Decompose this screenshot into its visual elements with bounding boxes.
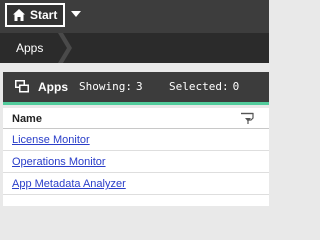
caret-down-icon[interactable] [70, 9, 82, 19]
apps-icon [15, 80, 29, 93]
start-label: Start [30, 8, 58, 22]
showing-count: 3 [135, 80, 143, 93]
app-link-app-metadata-analyzer[interactable]: App Metadata Analyzer [12, 178, 126, 190]
table-header: Name [3, 108, 269, 129]
home-icon [13, 9, 25, 21]
table-row: App Metadata Analyzer [3, 173, 269, 195]
panel-title: Apps [38, 80, 68, 94]
breadcrumb-separator [58, 33, 72, 63]
selected-count: 0 [232, 80, 240, 93]
selected-status: Selected: 0 [169, 80, 239, 93]
showing-label: Showing: [79, 80, 132, 93]
selected-label: Selected: [169, 80, 229, 93]
breadcrumb-label: Apps [16, 41, 44, 55]
showing-status: Showing: 3 [79, 80, 143, 93]
apps-panel-header: Apps Showing: 3 Selected: 0 [3, 72, 269, 105]
column-header-name[interactable]: Name [12, 113, 42, 125]
apps-table: Name License Monitor Operations Monitor … [3, 108, 269, 206]
breadcrumb-item-apps[interactable]: Apps [0, 33, 66, 63]
start-button[interactable]: Start [5, 3, 65, 27]
table-row: License Monitor [3, 129, 269, 151]
top-toolbar: Start [0, 0, 269, 33]
app-link-operations-monitor[interactable]: Operations Monitor [12, 156, 106, 168]
breadcrumb: Apps [0, 33, 269, 63]
app-link-license-monitor[interactable]: License Monitor [12, 134, 90, 146]
table-row: Operations Monitor [3, 151, 269, 173]
filter-icon[interactable] [240, 112, 254, 125]
